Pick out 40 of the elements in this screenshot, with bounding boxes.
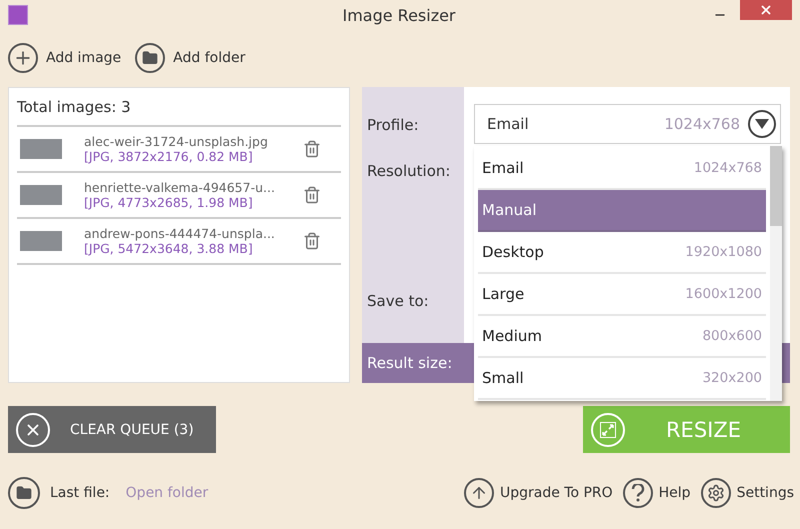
close-button[interactable] bbox=[740, 0, 792, 20]
plus-icon bbox=[8, 43, 38, 73]
delete-button[interactable] bbox=[303, 186, 321, 204]
help-button[interactable]: Help bbox=[622, 478, 691, 508]
resize-icon bbox=[591, 412, 625, 446]
profile-dropdown[interactable]: Email 1024x768 bbox=[474, 104, 781, 144]
photo-placeholder bbox=[20, 185, 62, 205]
window-title: Image Resizer bbox=[341, 6, 457, 24]
clear-queue-button[interactable]: CLEAR QUEUE (3) bbox=[8, 406, 216, 453]
delete-button[interactable] bbox=[303, 140, 321, 158]
file-name: henriette-valkema-494657-u... bbox=[84, 180, 276, 195]
field-label: Resolution: bbox=[367, 162, 452, 180]
file-info: [JPG, 4773x2685, 1.98 MB] bbox=[84, 195, 254, 210]
close-icon bbox=[16, 412, 50, 446]
photo-placeholder bbox=[20, 231, 62, 251]
folder-icon bbox=[135, 43, 166, 73]
file-name: alec-weir-31724-unsplash.jpg bbox=[84, 134, 269, 149]
settings-button[interactable]: Settings bbox=[700, 478, 794, 508]
field-label: Profile: bbox=[367, 116, 420, 134]
file-name: andrew-pons-444474-unspla... bbox=[84, 226, 276, 241]
settings-icon bbox=[700, 478, 731, 508]
add-image-button[interactable]: Add image bbox=[8, 43, 122, 73]
arrow-up-icon bbox=[464, 478, 494, 508]
close-icon bbox=[759, 3, 773, 17]
help-icon bbox=[622, 478, 653, 508]
file-info: [JPG, 5472x3648, 3.88 MB] bbox=[84, 241, 254, 256]
upgrade-button[interactable]: Upgrade To PRO bbox=[464, 478, 613, 508]
total-images-label: Total images: 3 bbox=[17, 98, 341, 127]
app-icon bbox=[8, 5, 28, 25]
photo-placeholder bbox=[20, 139, 62, 159]
last-file-label: Last file: bbox=[50, 485, 110, 501]
profile-option[interactable]: Manual bbox=[478, 190, 766, 232]
folder-icon bbox=[8, 477, 40, 509]
delete-button[interactable] bbox=[303, 232, 321, 250]
scrollbar-thumb[interactable] bbox=[770, 146, 782, 226]
field-label: Result size: bbox=[367, 354, 452, 372]
add-folder-button[interactable]: Add folder bbox=[135, 43, 246, 73]
field-label: Save to: bbox=[367, 292, 430, 310]
file-info: [JPG, 3872x2176, 0.82 MB] bbox=[84, 149, 254, 164]
caret-icon bbox=[748, 110, 776, 138]
